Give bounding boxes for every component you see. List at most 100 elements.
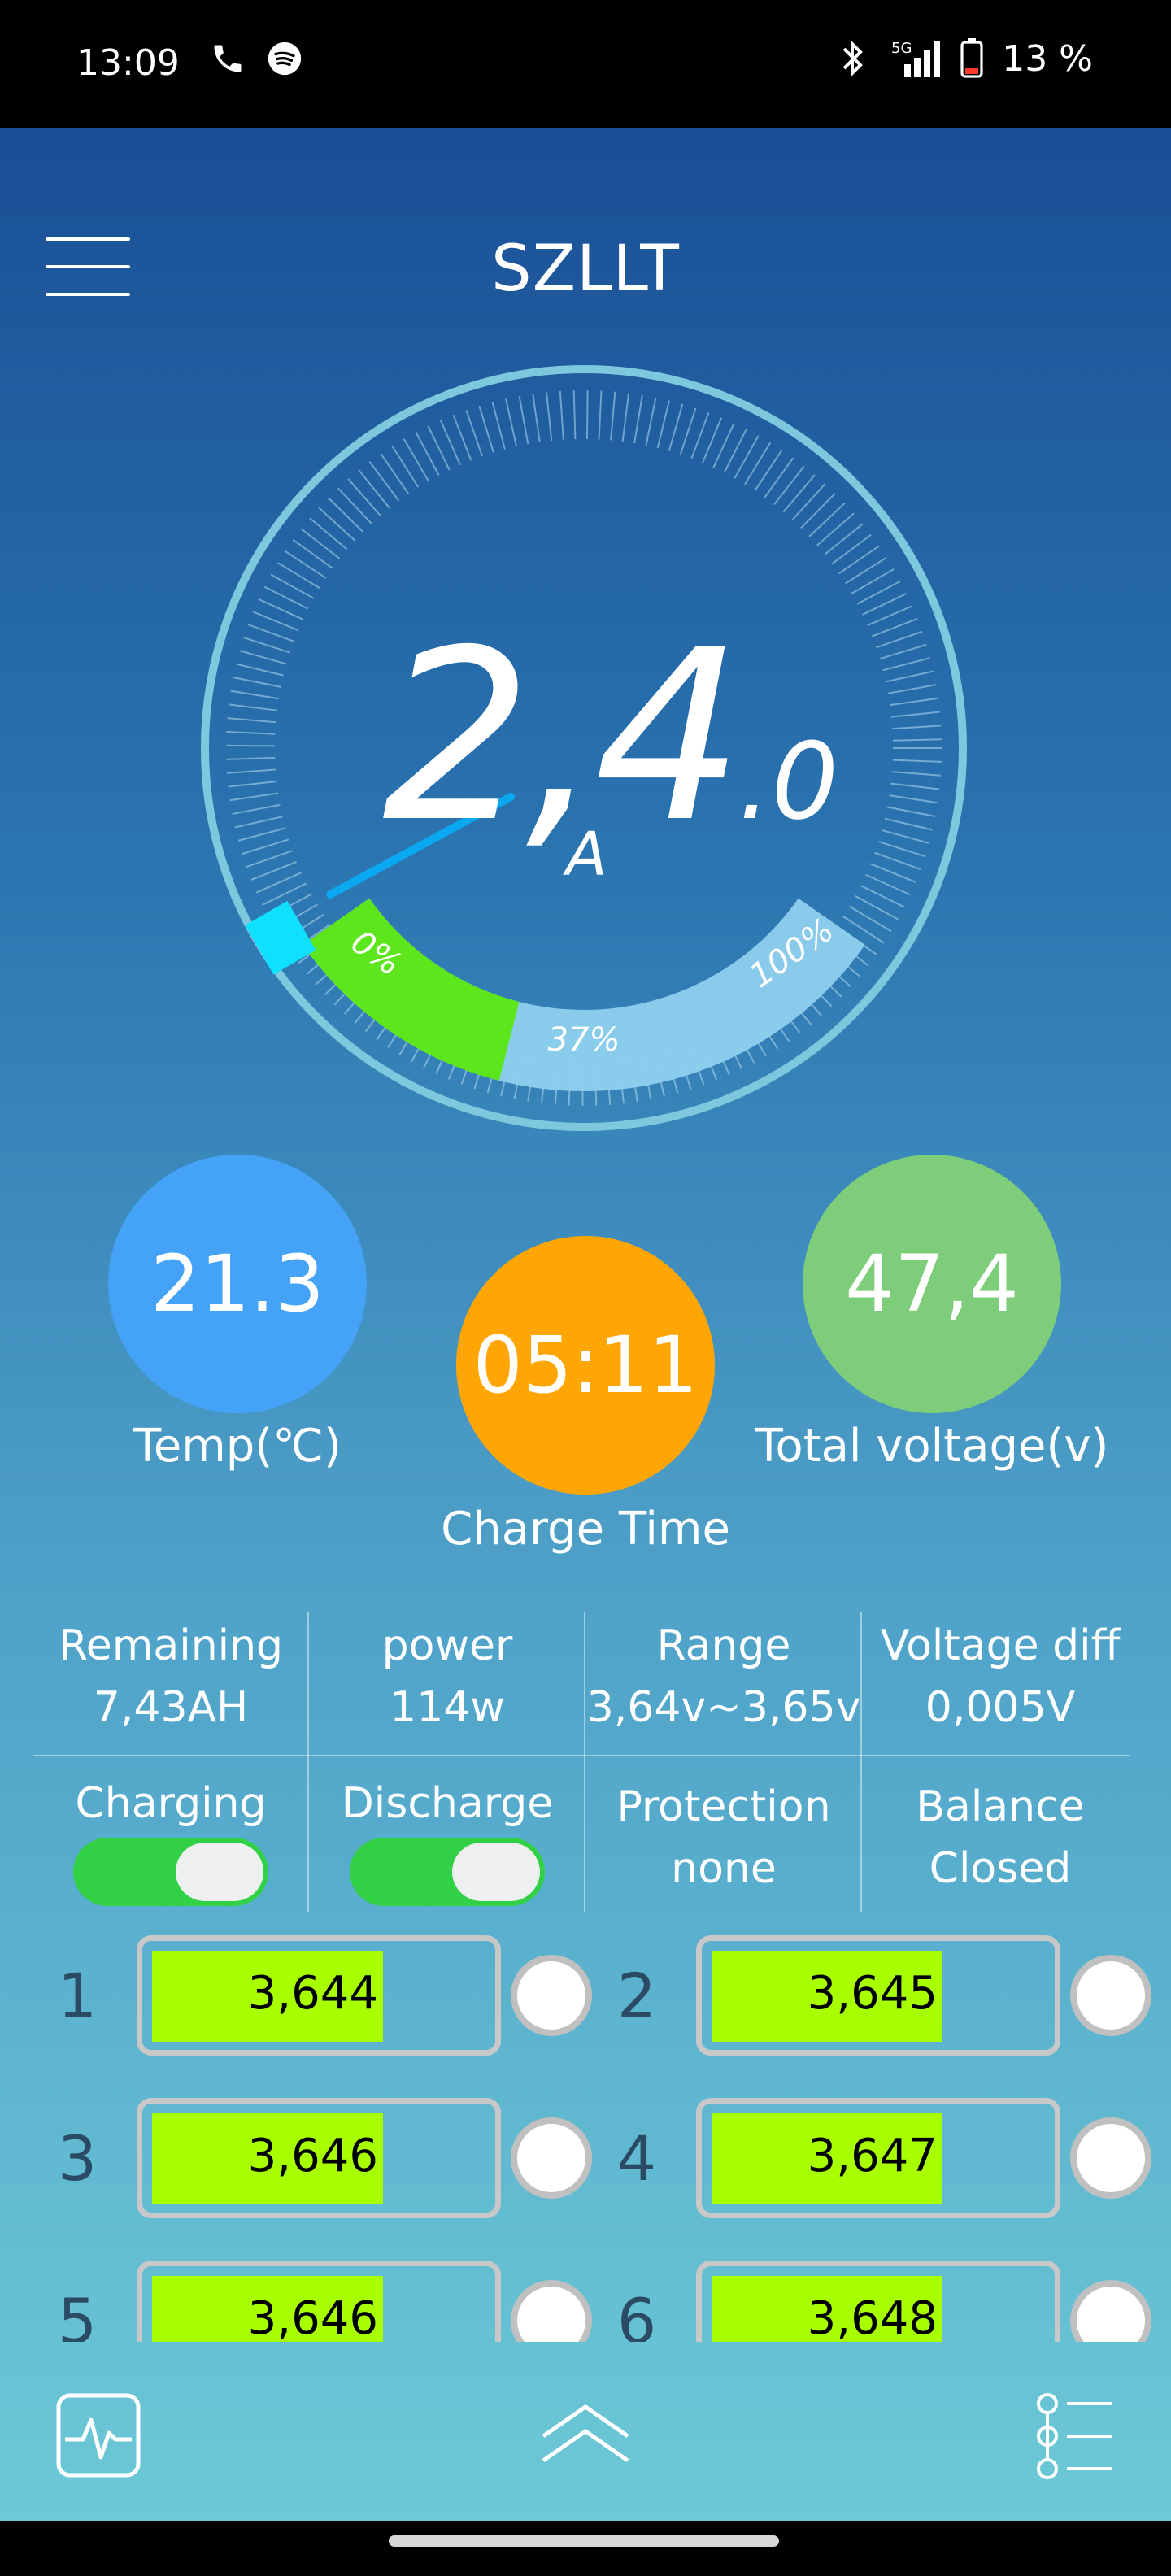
history-timeline-icon[interactable] (1031, 2392, 1119, 2480)
current-decimal: .0 (738, 720, 839, 843)
temp-value: 21.3 (150, 1238, 324, 1329)
cell-balance-indicator[interactable] (1070, 2117, 1151, 2199)
phone-icon (214, 45, 242, 72)
gauge-tick (791, 483, 826, 521)
gauge-tick (891, 771, 941, 777)
gauge-tick (300, 528, 341, 559)
gauge-tick (239, 650, 287, 665)
gauge-tick (874, 851, 921, 870)
cell-balance-indicator[interactable] (511, 2117, 592, 2199)
balance-label: Balance (916, 1782, 1085, 1831)
gauge-tick (808, 503, 846, 537)
gauge-tick (232, 803, 281, 815)
gauge-tick (744, 442, 772, 485)
gauge-tick (226, 731, 276, 735)
gauge-tick (824, 523, 864, 555)
cell-voltage-bar: 3,646 (137, 2261, 501, 2342)
gauge-tick (889, 794, 938, 804)
cell-voltage: 3,647 (807, 2130, 938, 2182)
gauge-tick (532, 394, 541, 443)
signal-5g-icon: 5G (891, 40, 941, 77)
protection-label: Protection (616, 1782, 831, 1831)
stat-voltage-diff-label: Voltage diff (880, 1621, 1121, 1670)
cell-balance-indicator[interactable] (511, 2280, 592, 2342)
cell-item: 1 3,644 (41, 1935, 610, 2065)
gauge-tick (285, 550, 327, 579)
svg-text:5G: 5G (891, 40, 912, 57)
stat-range: Range 3,64v~3,65v (586, 1615, 862, 1738)
gauge-tick (230, 690, 280, 700)
cell-item: 3 3,646 (41, 2098, 610, 2228)
temp-label: Temp(℃) (133, 1420, 342, 1473)
gauge-tick (886, 806, 936, 817)
charging-label: Charging (75, 1779, 267, 1828)
gauge-tick (892, 724, 942, 730)
charging-toggle[interactable] (73, 1838, 268, 1906)
gauge-tick (875, 630, 923, 649)
gauge-tick (270, 573, 315, 599)
activity-chart-icon[interactable] (54, 2391, 143, 2480)
gauge-tick (887, 684, 937, 694)
gauge-tick (228, 781, 277, 788)
gauge-tick (309, 517, 348, 550)
gauge-tick (415, 432, 440, 476)
cell-list[interactable]: 1 3,644 2 3,645 3 3,646 4 3,647 5 3,646 … (0, 1935, 1171, 2342)
gauge-tick (391, 445, 420, 488)
gauge-tick (586, 390, 589, 440)
gauge-tick (227, 768, 276, 774)
gauge-tick (645, 397, 657, 446)
cell-voltage: 3,646 (247, 2292, 378, 2342)
gauge-tick (773, 465, 805, 506)
home-gesture-handle[interactable] (389, 2535, 779, 2547)
gauge-tick (505, 398, 518, 447)
gauge-tick (890, 782, 940, 790)
gauge-tick (236, 663, 284, 677)
gauge-tick (656, 400, 670, 449)
stat-voltage-diff: Voltage diff 0,005V (862, 1615, 1138, 1738)
gauge-tick (848, 905, 892, 933)
stat-power-value: 114w (390, 1683, 505, 1732)
gauge-tick (242, 838, 289, 855)
gauge-tick (478, 405, 494, 453)
stat-range-label: Range (656, 1621, 791, 1670)
stat-power: power 114w (309, 1615, 586, 1738)
current-value: 2,4 (382, 600, 744, 874)
gauge-tick (800, 493, 836, 529)
bottom-navigation (0, 2376, 1171, 2521)
stat-remaining-label: Remaining (58, 1621, 284, 1670)
cell-voltage-bar: 3,646 (137, 2098, 501, 2218)
expand-up-icon[interactable] (537, 2397, 634, 2470)
cell-balance-indicator[interactable] (511, 1955, 592, 2036)
cell-balance-indicator[interactable] (1070, 2280, 1151, 2342)
battery-icon (960, 38, 983, 78)
gauge-tick (347, 478, 381, 516)
cell-voltage: 3,648 (807, 2292, 938, 2342)
gauge-tick (764, 457, 794, 498)
cell-voltage: 3,644 (247, 1967, 378, 2020)
cell-number: 2 (616, 1960, 657, 2032)
gauge-tick (327, 497, 364, 533)
gauge-tick (234, 816, 283, 829)
gauge-tick (690, 412, 710, 459)
discharge-toggle[interactable] (350, 1838, 545, 1906)
gauge-tick (491, 402, 506, 450)
stat-range-value: 3,64v~3,65v (586, 1683, 861, 1732)
gauge-tick (885, 670, 934, 683)
cell-item: 2 3,645 (600, 1935, 1169, 2065)
gauge-tick (882, 657, 931, 672)
gauge-tick (246, 850, 293, 868)
cell-balance-indicator[interactable] (1070, 1955, 1151, 2036)
gauge-tick (243, 637, 290, 654)
gauge-tick (403, 438, 429, 482)
spotify-icon (268, 41, 302, 76)
gauge-tick (782, 474, 816, 513)
stat-voltage-diff-value: 0,005V (925, 1683, 1076, 1732)
discharge-label: Discharge (341, 1779, 554, 1828)
gauge-tick (292, 539, 333, 569)
gauge-tick (621, 393, 630, 442)
gauge-tick (229, 703, 277, 711)
gauge-tick (229, 792, 279, 802)
gauge-tick (845, 556, 887, 585)
gauge-tick (855, 895, 899, 920)
gauge-tick (237, 827, 286, 842)
